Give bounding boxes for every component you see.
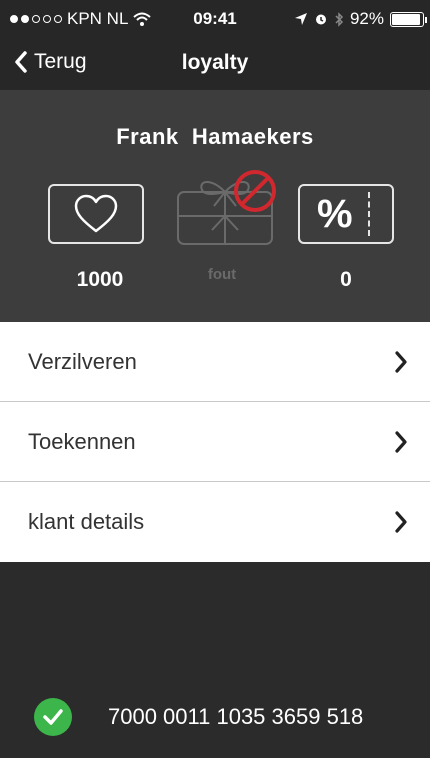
loyalty-card-row: 7000 0011 1035 3659 518	[34, 698, 363, 736]
customer-card: Frank Hamaekers % 1000 fout 0	[0, 90, 430, 322]
card-number: 7000 0011 1035 3659 518	[108, 704, 364, 729]
menu-item-label: Verzilveren	[28, 348, 137, 374]
points-value: 1000	[76, 268, 124, 291]
alarm-clock-icon	[315, 14, 326, 25]
nav-bar: Terug loyalty	[0, 40, 430, 90]
heart-icon	[74, 194, 118, 233]
menu-item-klant-details[interactable]: klant details	[0, 482, 430, 562]
battery-icon	[390, 11, 427, 27]
gift-status-value: fout	[207, 266, 237, 283]
chevron-right-icon	[395, 511, 407, 533]
prohibited-icon	[234, 170, 276, 212]
menu-item-label: Toekennen	[28, 428, 136, 454]
status-bar: KPN NL 09:41 92%	[0, 0, 430, 40]
points-tile[interactable]	[48, 184, 144, 244]
gift-card-tile[interactable]	[172, 170, 292, 248]
action-menu: Verzilveren Toekennen klant details	[0, 322, 430, 562]
menu-item-verzilveren[interactable]: Verzilveren	[0, 322, 430, 402]
location-arrow-icon	[294, 13, 307, 25]
menu-item-label: klant details	[28, 509, 145, 534]
discount-tile[interactable]: %	[298, 184, 394, 244]
check-icon	[34, 698, 72, 736]
chevron-right-icon	[395, 430, 407, 453]
menu-item-toekennen[interactable]: Toekennen	[0, 402, 430, 482]
battery-percent: 92%	[349, 9, 384, 28]
percent-icon: %	[317, 192, 353, 236]
chevron-right-icon	[395, 350, 407, 373]
coupon-tear-line	[368, 192, 370, 236]
status-right: 92%	[294, 9, 427, 29]
footer-panel: 7000 0011 1035 3659 518	[0, 562, 430, 758]
bluetooth-icon	[335, 11, 344, 27]
discount-value: 0	[340, 268, 352, 291]
page-title: loyalty	[181, 51, 249, 74]
battery-fill	[392, 13, 420, 25]
customer-name: Frank Hamaekers	[116, 124, 314, 149]
